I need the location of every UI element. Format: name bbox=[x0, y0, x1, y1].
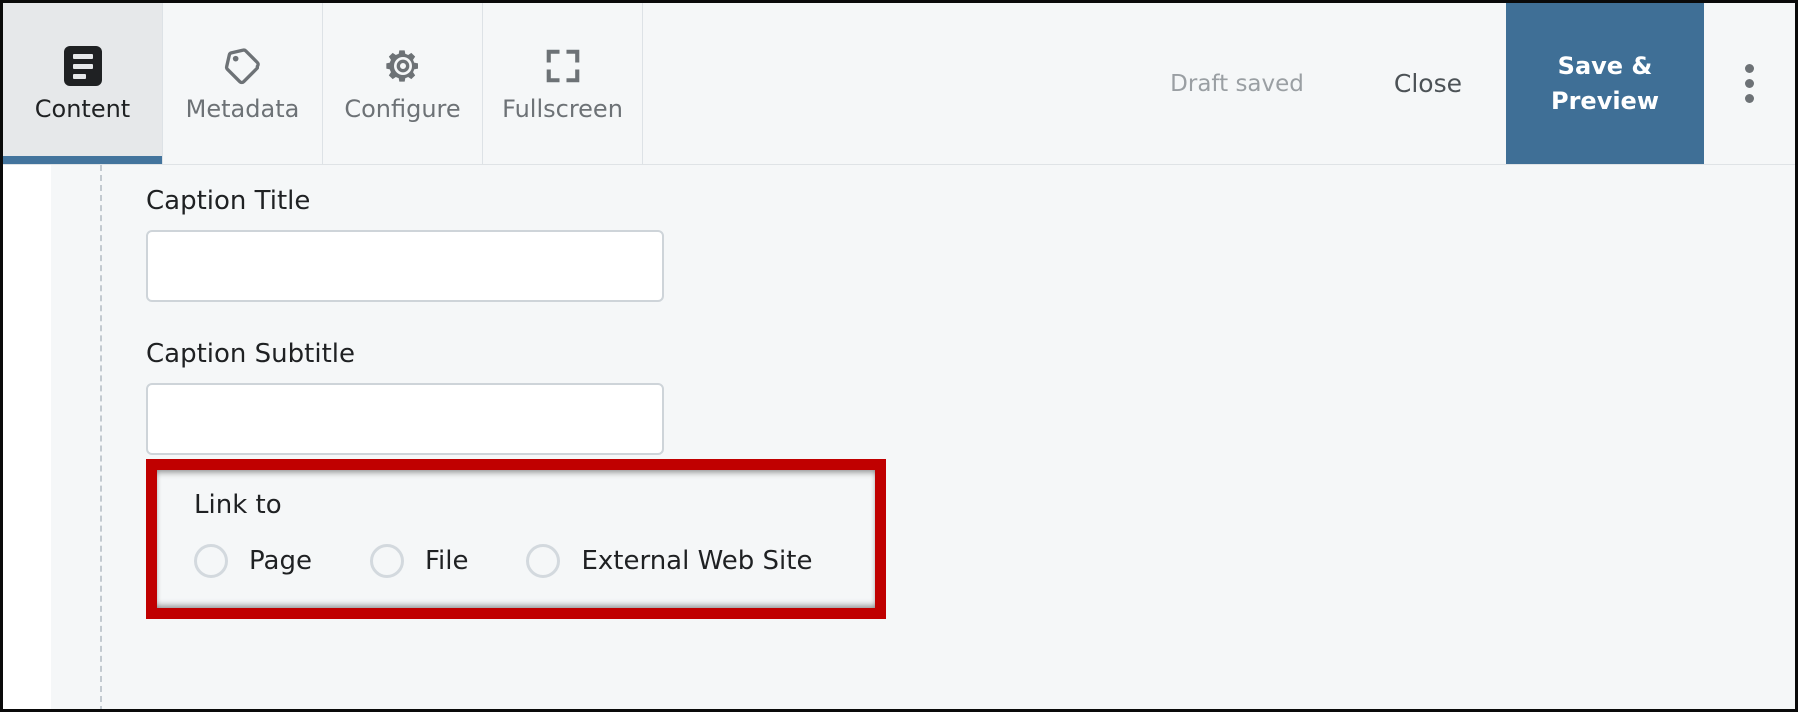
radio-circle-icon[interactable] bbox=[194, 544, 228, 578]
close-button[interactable]: Close bbox=[1350, 3, 1506, 164]
radio-circle-icon[interactable] bbox=[369, 544, 404, 578]
tab-content-label: Content bbox=[34, 95, 131, 123]
expand-icon bbox=[544, 46, 582, 86]
tab-configure-label: Configure bbox=[344, 95, 461, 123]
kebab-menu-icon bbox=[1745, 64, 1754, 103]
document-lines-icon bbox=[63, 46, 102, 86]
radio-option-external-web-site-label: External Web Site bbox=[581, 546, 813, 576]
tab-content[interactable]: Content bbox=[3, 3, 163, 164]
caption-subtitle-label: Caption Subtitle bbox=[146, 339, 355, 369]
radio-circle-icon[interactable] bbox=[526, 544, 561, 578]
editor-body: Caption Title Caption Subtitle Link to P… bbox=[3, 165, 1795, 709]
tab-fullscreen[interactable]: Fullscreen bbox=[483, 3, 643, 164]
link-to-radio-row: Page File External Web Site bbox=[194, 544, 812, 578]
field-caption-title: Caption Title bbox=[146, 188, 664, 302]
tab-bar: Content Metadata Configure Fullscreen bbox=[3, 3, 643, 164]
radio-option-external-web-site[interactable]: External Web Site bbox=[526, 544, 812, 578]
screenshot-root: Content Metadata Configure Fullscreen Dr… bbox=[0, 0, 1798, 712]
link-to-highlight-box: Link to Page File External Web Site bbox=[146, 459, 886, 619]
radio-option-file-label: File bbox=[424, 546, 469, 576]
link-to-group: Link to Page File External Web Site bbox=[194, 492, 812, 578]
top-toolbar: Content Metadata Configure Fullscreen Dr… bbox=[3, 3, 1795, 165]
form-panel: Caption Title Caption Subtitle Link to P… bbox=[51, 165, 1795, 709]
caption-subtitle-input[interactable] bbox=[146, 383, 664, 455]
gear-icon bbox=[383, 46, 423, 86]
radio-option-page-label: Page bbox=[249, 546, 312, 576]
tag-icon bbox=[223, 46, 263, 86]
link-to-label: Link to bbox=[194, 490, 282, 520]
radio-option-file[interactable]: File bbox=[369, 544, 469, 578]
caption-title-label: Caption Title bbox=[146, 186, 311, 216]
overflow-menu-button[interactable] bbox=[1704, 3, 1795, 164]
radio-option-page[interactable]: Page bbox=[194, 544, 312, 578]
tab-metadata[interactable]: Metadata bbox=[163, 3, 323, 164]
field-caption-subtitle: Caption Subtitle bbox=[146, 341, 664, 455]
tab-metadata-label: Metadata bbox=[185, 95, 300, 123]
caption-title-input[interactable] bbox=[146, 230, 664, 302]
save-and-preview-button[interactable]: Save & Preview bbox=[1506, 3, 1704, 164]
drop-zone-rail bbox=[100, 165, 102, 709]
draft-status-text: Draft saved bbox=[1170, 70, 1304, 97]
tab-fullscreen-label: Fullscreen bbox=[502, 95, 623, 123]
tab-configure[interactable]: Configure bbox=[323, 3, 483, 164]
